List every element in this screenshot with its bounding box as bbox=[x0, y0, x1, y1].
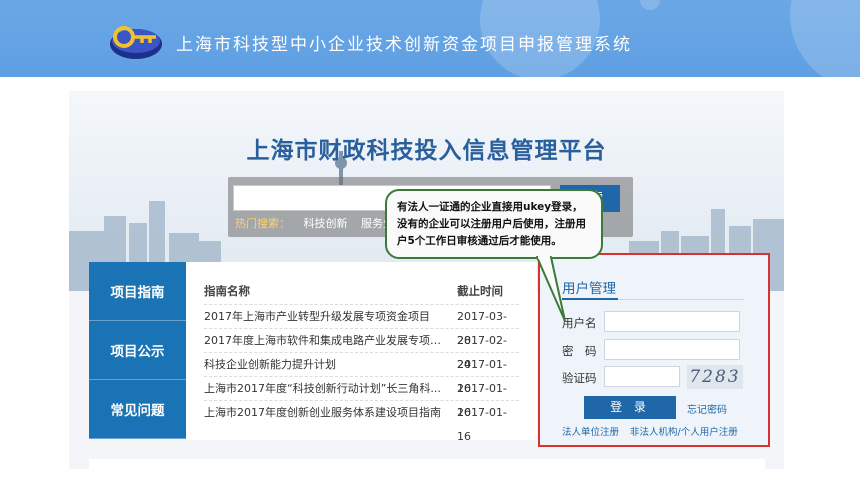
guide-row[interactable]: 2017年度上海市软件和集成电路产业发展专项资... 2017-02-24 bbox=[204, 328, 519, 371]
login-title-underline bbox=[562, 298, 744, 300]
hot-search-label: 热门搜索： bbox=[235, 217, 290, 230]
captcha-label: 验证码 bbox=[562, 371, 597, 385]
guide-name-link[interactable]: 上海市2017年度“科技创新行动计划”长三角科... bbox=[204, 377, 448, 401]
side-nav: 项目指南 项目公示 常见问题 bbox=[89, 262, 193, 440]
key-logo-icon bbox=[110, 26, 162, 59]
hot-word-link[interactable]: 科技创新 bbox=[304, 217, 348, 230]
column-header-deadline: 截止时间 bbox=[457, 284, 503, 298]
bottom-strip bbox=[89, 459, 765, 469]
guide-row[interactable]: 上海市2017年度“科技创新行动计划”长三角科... 2017-01-16 bbox=[204, 376, 519, 419]
nav-item-faq[interactable]: 常见问题 bbox=[89, 380, 186, 439]
callout-text: 有法人一证通的企业直接用ukey登录，没有的企业可以注册用户后使用，注册用户5个… bbox=[397, 201, 586, 247]
nav-item-project-notice[interactable]: 项目公示 bbox=[89, 321, 186, 380]
system-title: 上海市科技型中小企业技术创新资金项目申报管理系统 bbox=[176, 35, 632, 55]
guide-deadline: 2017-01-16 bbox=[457, 406, 507, 443]
hot-search-bar: 热门搜索： 科技创新 服务业 bbox=[235, 215, 404, 231]
guide-row[interactable]: 科技企业创新能力提升计划 2017-01-16 bbox=[204, 352, 519, 395]
captcha-image[interactable]: 7283 bbox=[687, 365, 743, 389]
password-input[interactable] bbox=[604, 339, 740, 360]
nav-label: 项目公示 bbox=[110, 344, 165, 360]
nav-label: 常见问题 bbox=[110, 403, 165, 419]
guide-name-link[interactable]: 2017年度上海市软件和集成电路产业发展专项资... bbox=[204, 329, 448, 353]
username-input[interactable] bbox=[604, 311, 740, 332]
guide-row[interactable]: 上海市2017年度创新创业服务体系建设项目指南 2017-01-16 bbox=[204, 400, 519, 443]
captcha-input[interactable] bbox=[604, 366, 680, 387]
register-legal-link[interactable]: 法人单位注册 bbox=[562, 424, 619, 438]
top-header-bar: 上海市科技型中小企业技术创新资金项目申报管理系统 bbox=[0, 0, 860, 77]
platform-title: 上海市财政科技投入信息管理平台 bbox=[246, 138, 607, 164]
guide-header-row: 指南名称 截止时间 bbox=[204, 283, 519, 299]
guide-name-link[interactable]: 科技企业创新能力提升计划 bbox=[204, 353, 448, 377]
nav-label: 项目指南 bbox=[110, 285, 165, 301]
decor-circle bbox=[790, 0, 860, 77]
password-label: 密 码 bbox=[562, 344, 597, 358]
guide-name-link[interactable]: 2017年上海市产业转型升级发展专项资金项目 bbox=[204, 305, 448, 329]
login-help-callout: 有法人一证通的企业直接用ukey登录，没有的企业可以注册用户后使用，注册用户5个… bbox=[385, 189, 603, 259]
login-button[interactable]: 登 录 bbox=[584, 396, 676, 419]
guide-name-link[interactable]: 上海市2017年度创新创业服务体系建设项目指南 bbox=[204, 401, 448, 425]
nav-item-project-guide[interactable]: 项目指南 bbox=[89, 262, 193, 321]
column-header-name: 指南名称 bbox=[204, 284, 250, 298]
guide-list: 指南名称 截止时间 2017年上海市产业转型升级发展专项资金项目 2017-03… bbox=[186, 262, 537, 443]
callout-pointer bbox=[536, 255, 566, 322]
register-other-link[interactable]: 非法人机构/个人用户注册 bbox=[630, 424, 738, 438]
forgot-password-link[interactable]: 忘记密码 bbox=[687, 401, 727, 416]
decor-circle bbox=[640, 0, 660, 10]
guide-row[interactable]: 2017年上海市产业转型升级发展专项资金项目 2017-03-28 bbox=[204, 304, 519, 347]
